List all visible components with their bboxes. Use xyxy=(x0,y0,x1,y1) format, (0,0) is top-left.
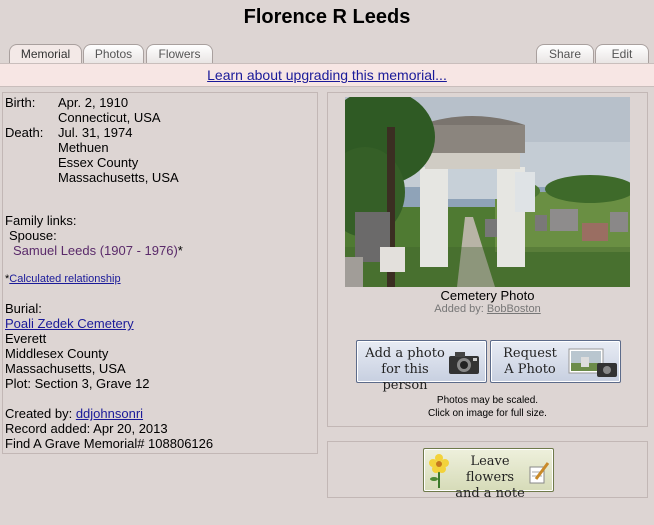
request-photo-button[interactable]: Request A Photo xyxy=(490,340,621,383)
death-label: Death: xyxy=(5,125,44,140)
death-state: Massachusetts, USA xyxy=(58,170,179,185)
memorial-number: Find A Grave Memorial# 108806126 xyxy=(5,436,214,451)
burial-plot: Plot: Section 3, Grave 12 xyxy=(5,376,150,391)
flowers-panel: Leave flowers and a note xyxy=(327,441,648,501)
cemetery-photo-image xyxy=(345,97,630,287)
birth-label: Birth: xyxy=(5,95,36,110)
calculated-relationship-note: *Calculated relationship xyxy=(5,272,121,287)
family-links-label: Family links: xyxy=(5,213,77,228)
tab-flowers[interactable]: Flowers xyxy=(146,44,213,63)
upgrade-bar: Learn about upgrading this memorial... xyxy=(0,63,654,87)
death-city: Methuen xyxy=(58,140,109,155)
death-county: Essex County xyxy=(58,155,139,170)
flower-icon xyxy=(429,454,449,488)
upgrade-memorial-link[interactable]: Learn about upgrading this memorial... xyxy=(207,67,447,83)
death-date: Jul. 31, 1974 xyxy=(58,125,133,140)
spouse-marker: * xyxy=(177,243,183,258)
leave-flowers-line2: and a note xyxy=(455,486,525,501)
burial-county: Middlesex County xyxy=(5,346,109,361)
note-pencil-icon xyxy=(529,462,550,484)
birth-date: Apr. 2, 1910 xyxy=(58,95,129,110)
record-added: Record added: Apr 20, 2013 xyxy=(5,421,168,436)
leave-flowers-button[interactable]: Leave flowers and a note xyxy=(423,448,554,501)
spouse-label: Spouse: xyxy=(9,228,57,243)
request-photo-line1: Request xyxy=(503,346,557,361)
creator-link[interactable]: ddjohnsonri xyxy=(76,406,143,421)
tab-photos[interactable]: Photos xyxy=(83,44,144,63)
request-photo-line2: A Photo xyxy=(504,362,556,377)
calculated-relationship-link[interactable]: Calculated relationship xyxy=(9,273,120,285)
photo-fullsize-note: Click on image for full size. xyxy=(428,408,547,419)
photo-contributor-link[interactable]: BobBoston xyxy=(487,303,541,315)
tab-edit[interactable]: Edit xyxy=(595,44,649,63)
camera-icon xyxy=(449,352,479,374)
memorial-details-panel: Birth: Apr. 2, 1910 Connecticut, USA Dea… xyxy=(2,92,318,454)
created-by-line: Created by: ddjohnsonri xyxy=(5,406,143,421)
page-title: Florence R Leeds xyxy=(243,6,411,28)
created-by-label: Created by: xyxy=(5,406,73,421)
cemetery-photo[interactable] xyxy=(345,97,630,287)
burial-state: Massachusetts, USA xyxy=(5,361,126,376)
birth-place: Connecticut, USA xyxy=(58,110,161,125)
burial-label: Burial: xyxy=(5,301,42,316)
burial-city: Everett xyxy=(5,331,47,346)
add-photo-line1: Add a photo xyxy=(365,346,445,361)
add-photo-line2: for this person xyxy=(381,362,429,393)
spouse-link[interactable]: Samuel Leeds (1907 - 1976) xyxy=(13,243,178,258)
leave-flowers-line1: Leave flowers xyxy=(465,454,515,485)
photo-added-by-label: Added by: xyxy=(434,303,484,315)
tab-memorial[interactable]: Memorial xyxy=(9,44,82,64)
photo-thumbnail-icon xyxy=(568,348,617,377)
photo-panel: Cemetery Photo Added by: BobBoston Add a… xyxy=(327,92,648,427)
photo-caption: Cemetery Photo xyxy=(440,288,535,303)
cemetery-link[interactable]: Poali Zedek Cemetery xyxy=(5,316,134,331)
add-photo-button[interactable]: Add a photo for this person xyxy=(356,340,487,393)
tab-share[interactable]: Share xyxy=(536,44,594,63)
photo-added-by: Added by: BobBoston xyxy=(328,303,647,315)
spouse-entry: Samuel Leeds (1907 - 1976)* xyxy=(13,243,183,258)
photo-scale-note: Photos may be scaled. xyxy=(436,395,539,406)
